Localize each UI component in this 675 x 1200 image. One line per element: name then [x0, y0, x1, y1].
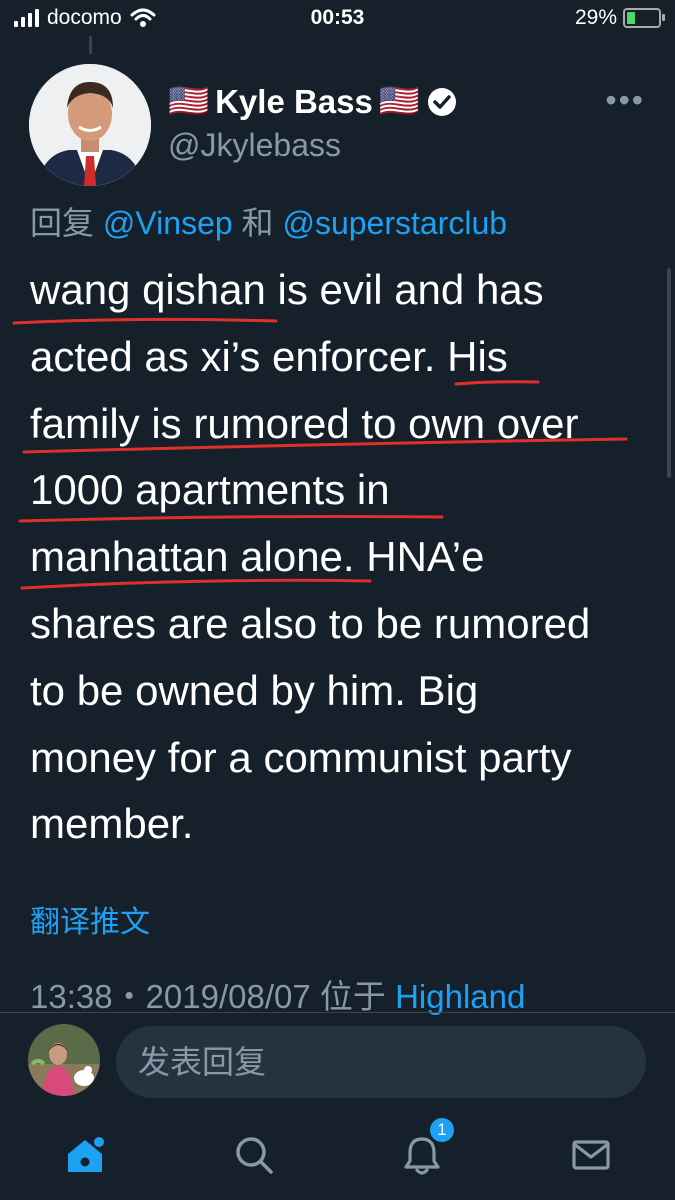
- author-name: Kyle Bass: [215, 82, 373, 120]
- author-name-row[interactable]: 🇺🇸 Kyle Bass 🇺🇸: [168, 82, 458, 121]
- status-time: 00:53: [310, 6, 365, 29]
- tweet-timestamp: 13:38・2019/08/07: [30, 978, 311, 1015]
- flag-left: 🇺🇸: [168, 82, 210, 119]
- tab-home[interactable]: [55, 1130, 115, 1180]
- author-avatar[interactable]: [29, 64, 151, 186]
- more-options-icon[interactable]: •••: [605, 82, 645, 119]
- battery-tip: [662, 14, 665, 21]
- reply-prefix: 回复: [30, 205, 95, 241]
- flag-right: 🇺🇸: [378, 82, 420, 119]
- status-bar: docomo 00:53 29%: [0, 0, 675, 36]
- user-avatar[interactable]: [28, 1024, 100, 1096]
- tab-notifications[interactable]: 1: [392, 1118, 454, 1180]
- tab-messages[interactable]: [561, 1130, 621, 1180]
- scrollbar[interactable]: [667, 268, 671, 478]
- tab-bar: 1: [0, 1110, 675, 1200]
- reply-conjunction: 和: [241, 205, 274, 241]
- thread-line: [89, 36, 92, 54]
- divider: [0, 1012, 675, 1013]
- tweet-text: wang qishan is evil and has acted as xi’…: [30, 266, 591, 848]
- tab-search[interactable]: [224, 1130, 284, 1180]
- author-portrait-icon: [29, 64, 151, 186]
- search-icon: [236, 1137, 273, 1174]
- mail-icon: [572, 1140, 610, 1170]
- mention-vinsep[interactable]: @Vinsep: [103, 205, 233, 241]
- mention-superstarclub[interactable]: @superstarclub: [282, 205, 507, 241]
- reply-input[interactable]: [116, 1026, 646, 1098]
- battery-fill: [627, 12, 635, 24]
- status-right: 29%: [574, 6, 665, 30]
- verified-badge-icon: [427, 87, 456, 116]
- location-link[interactable]: Highland: [395, 978, 525, 1015]
- notification-badge: 1: [430, 1118, 454, 1142]
- reply-to-line: 回复 @Vinsep 和 @superstarclub: [30, 198, 507, 244]
- user-portrait-icon: [28, 1024, 100, 1096]
- author-handle[interactable]: @Jkylebass: [168, 127, 341, 164]
- battery-icon: [623, 8, 665, 28]
- battery-percent: 29%: [574, 6, 617, 29]
- home-icon: [68, 1137, 104, 1172]
- translate-tweet-link[interactable]: 翻译推文: [30, 897, 150, 941]
- location-prefix: 位于: [319, 978, 386, 1015]
- tweet-meta: 13:38・2019/08/07 位于 Highland: [30, 970, 525, 1018]
